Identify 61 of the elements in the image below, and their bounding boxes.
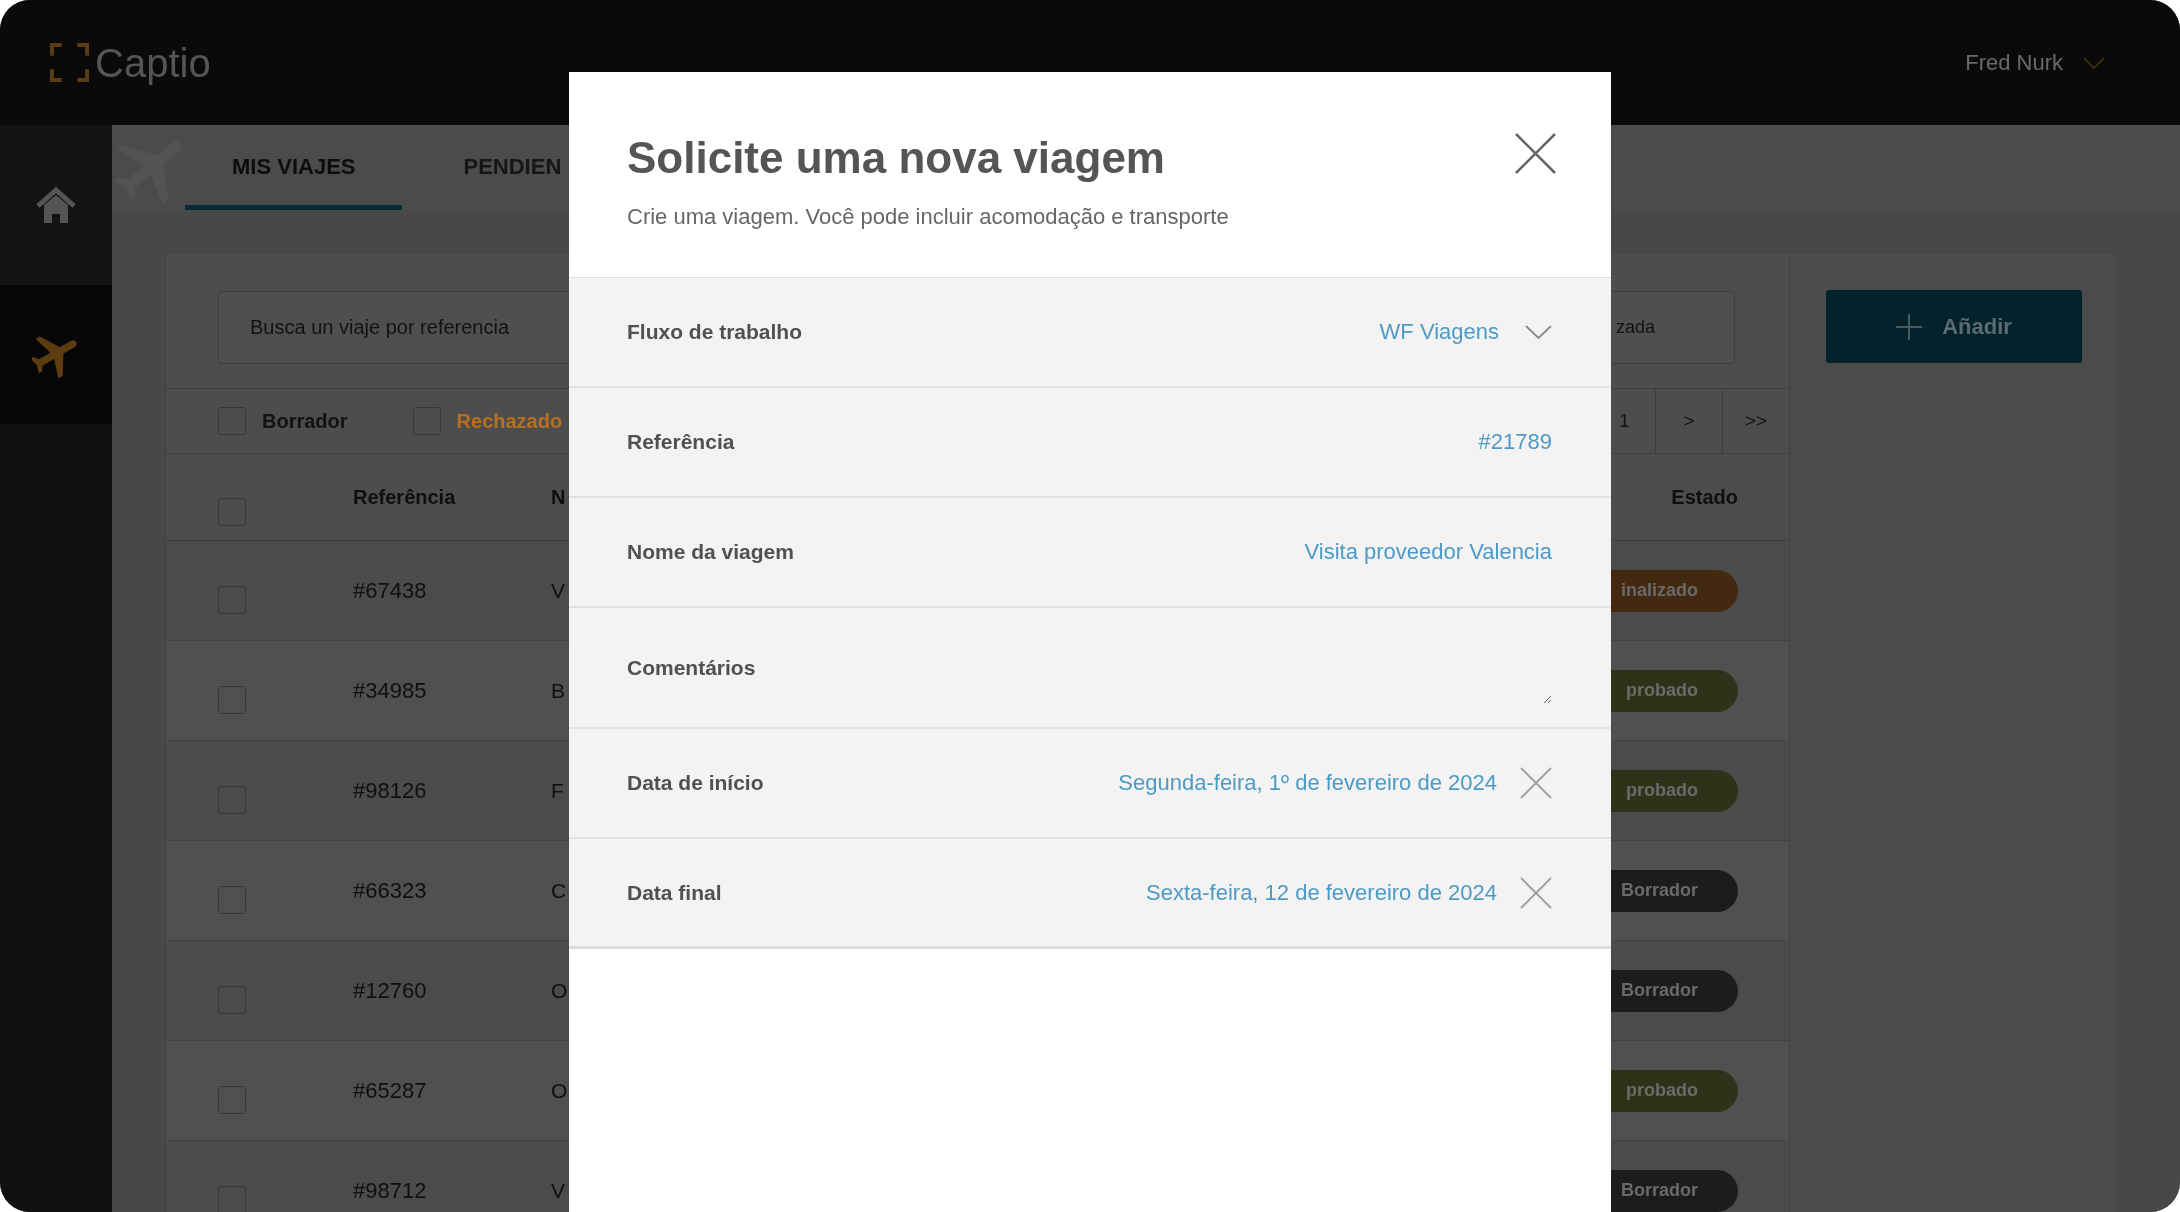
checkbox[interactable] (218, 685, 246, 714)
field-label: Nome da viagem (627, 540, 794, 564)
date-field[interactable]: Segunda-feira, 1º de fevereiro de 2024 (1118, 770, 1497, 796)
sidebar-item[interactable] (0, 285, 112, 424)
dialog-subtitle: Crie uma viagem. Você pode incluir acomodação e transporte (627, 203, 1229, 231)
textarea-row[interactable]: Comentários (569, 608, 1611, 729)
column-header: Estado (1671, 485, 1738, 509)
search-field[interactable]: Busca un viaje por referencia (218, 291, 569, 364)
checkbox[interactable] (218, 1085, 246, 1114)
corner-brackets-icon (50, 43, 89, 82)
status-badge: probado (1611, 769, 1738, 812)
home-icon (35, 186, 77, 224)
table-cell: C (551, 878, 567, 903)
table-cell: V (551, 1178, 565, 1203)
user-menu-button[interactable]: Fred Nurk (1965, 49, 2105, 76)
status-badge: Borrador (1611, 1169, 1738, 1212)
status-badge: probado (1611, 1069, 1738, 1112)
text-input-row[interactable]: Nome da viagem Visita proveedor Valencia (569, 498, 1611, 608)
column-header: Referência (353, 485, 456, 509)
column-header: N (551, 485, 566, 509)
logo-text: Captio (95, 42, 211, 83)
checkbox-label: Borrador (262, 409, 348, 433)
status-badge: Borrador (1611, 969, 1738, 1012)
field-value: #21789 (1478, 429, 1552, 455)
chevron-down-icon (1525, 325, 1552, 339)
text-field[interactable]: Visita proveedor Valencia (833, 532, 1552, 572)
table-cell: F (551, 778, 564, 803)
page-button[interactable]: > (1655, 389, 1722, 453)
chevron-down-icon (2083, 56, 2105, 69)
status-badge: probado (1611, 669, 1738, 712)
table-cell: #98126 (353, 777, 427, 804)
dropdown-field[interactable]: WF Viagens (1379, 319, 1552, 345)
table-cell: #98712 (353, 1177, 427, 1204)
page-button[interactable]: 1 (1611, 389, 1655, 453)
field-label: Data de início (627, 771, 764, 795)
table-cell: V (551, 578, 565, 603)
checkbox[interactable] (218, 885, 246, 914)
table-cell: O (551, 1078, 568, 1103)
table-cell: #12760 (353, 977, 427, 1004)
table-cell: #34985 (353, 677, 427, 704)
checkbox-label: Rechazado (456, 409, 563, 433)
close-icon[interactable] (1515, 133, 1556, 174)
clear-icon[interactable] (1520, 876, 1552, 909)
field-label: Fluxo de trabalho (627, 320, 802, 344)
table-cell: #66323 (353, 877, 427, 904)
table-cell: O (551, 978, 568, 1003)
clear-icon[interactable] (1520, 767, 1552, 799)
table-cell: #67438 (353, 577, 427, 604)
dialog-title: Solicite uma nova viagem (627, 132, 1166, 184)
status-badge: Borrador (1611, 869, 1738, 912)
search-option-text: zada (1616, 317, 1656, 338)
tab[interactable]: MIS VIAJES (185, 125, 403, 210)
field-label: Comentários (627, 655, 756, 680)
field-label: Data final (627, 880, 722, 905)
field-label: Referência (627, 430, 735, 454)
date-field[interactable]: Sexta-feira, 12 de fevereiro de 2024 (1146, 879, 1497, 906)
plus-icon (1896, 313, 1923, 340)
table-cell: #65287 (353, 1077, 427, 1104)
status-badge: inalizado (1611, 569, 1738, 612)
add-button[interactable]: Añadir (1826, 290, 2082, 363)
table-cell: B (551, 678, 565, 703)
